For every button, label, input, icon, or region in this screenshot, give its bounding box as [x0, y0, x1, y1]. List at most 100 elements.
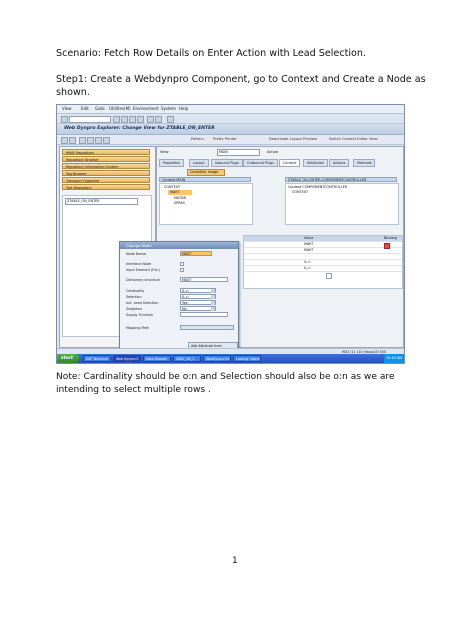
grid-header-value: Value — [304, 236, 314, 240]
taskbar-item[interactable]: Web Dynpro E — [113, 355, 141, 362]
edit-icon[interactable] — [79, 137, 86, 144]
taskbar-item[interactable]: WebDynpro Ex — [203, 355, 231, 362]
singleton-value: No — [182, 307, 187, 311]
dictionary-structure-label: Dictionary structure — [126, 278, 160, 282]
repository-info-system-button[interactable]: Repository Information System — [62, 163, 150, 169]
context-node-root[interactable]: CONTEXT — [164, 185, 180, 189]
find-icon[interactable] — [155, 116, 162, 123]
mapping-path-field — [180, 325, 234, 330]
singleton-select[interactable]: No — [180, 306, 216, 311]
test-repository-button[interactable]: Test Repository — [62, 184, 150, 190]
chevron-down-icon[interactable] — [211, 301, 215, 305]
test-icon[interactable] — [103, 137, 110, 144]
context-attr-spras[interactable]: SPRAS — [174, 201, 185, 205]
forward-arrow-icon[interactable] — [69, 137, 76, 144]
taskbar-item[interactable]: SAP Technical — [83, 355, 111, 362]
menu-view[interactable]: View — [62, 106, 72, 111]
component-context-subheader: Context COMPONENTCONTROLLER — [288, 185, 348, 189]
component-context-root[interactable]: CONTEXT — [292, 190, 308, 194]
object-name-field[interactable]: ZTABLE_ON_ENTER — [65, 198, 138, 205]
tab-attributes[interactable]: Attributes — [303, 159, 328, 167]
taskbar-item[interactable]: Data Browser — [143, 355, 171, 362]
note-text: Note: Cardinality should be o:n and Sele… — [56, 372, 395, 395]
window-title-bar: Web Dynpro Explorer: Change View for ZTA… — [57, 124, 404, 135]
grid-value: 0..n — [304, 260, 311, 264]
context-node-makt[interactable]: MAKT — [168, 190, 192, 195]
tab-outbound-plugs[interactable]: Outbound Plugs — [243, 159, 278, 167]
taskbar-clock: 10:49 AM — [384, 354, 404, 363]
menu-environment[interactable]: Environment — [133, 106, 159, 111]
grid-value: MAKT — [304, 242, 314, 246]
chevron-down-icon[interactable] — [211, 307, 215, 311]
supply-function-field[interactable] — [180, 312, 228, 317]
save-icon[interactable] — [113, 116, 120, 123]
mime-repository-button[interactable]: MIME Repository — [62, 149, 150, 155]
sap-screenshot: View Edit Goto Utilities(M) Environment … — [56, 104, 405, 364]
switch-context-editor-button[interactable]: Switch Context Editor View — [329, 137, 378, 141]
menu-utilities[interactable]: Utilities(M) — [109, 106, 131, 111]
page-number: 1 — [232, 556, 238, 566]
chevron-down-icon[interactable] — [211, 289, 215, 293]
command-field[interactable] — [69, 116, 111, 123]
tab-methods[interactable]: Methods — [353, 159, 376, 167]
tab-properties[interactable]: Properties — [159, 159, 185, 167]
deactivate-layout-preview-button[interactable]: Deactivate Layout Preview — [269, 137, 317, 141]
taskbar-item[interactable]: Locking Objects — [233, 355, 261, 362]
menu-system[interactable]: System — [161, 106, 176, 111]
menu-edit[interactable]: Edit — [81, 106, 89, 111]
grid-value: MAKT — [304, 248, 314, 252]
dialog-title: Change Node — [120, 242, 238, 249]
view-name-field[interactable]: MAIN — [217, 149, 260, 156]
dictionary-structure-field[interactable]: MAKT — [180, 277, 228, 282]
taskbar-item[interactable]: ZABC_SN_2 — [173, 355, 201, 362]
lead-selection-value: Yes — [182, 301, 188, 305]
enter-icon[interactable] — [61, 116, 68, 123]
grid-checkbox[interactable] — [326, 273, 332, 279]
menu-help[interactable]: Help — [179, 106, 188, 111]
tab-layout[interactable]: Layout — [189, 159, 209, 167]
context-attr-matnr[interactable]: MATNR — [174, 196, 186, 200]
tab-actions[interactable]: Actions — [329, 159, 350, 167]
supply-function-label: Supply Function — [126, 313, 154, 317]
interface-node-checkbox[interactable] — [180, 262, 184, 266]
node-name-field[interactable]: MAKT — [180, 251, 212, 256]
exit-icon[interactable] — [129, 116, 136, 123]
menu-goto[interactable]: Goto — [95, 106, 105, 111]
transport-organizer-button[interactable]: Transport Organizer — [62, 177, 150, 183]
tag-browser-button[interactable]: Tag Browser — [62, 170, 150, 176]
check-icon[interactable] — [87, 137, 94, 144]
node-name-label: Node Name — [126, 252, 146, 256]
selection-select[interactable]: 0..n — [180, 294, 216, 299]
cardinality-select[interactable]: 0..n — [180, 288, 216, 293]
pretty-printer-button[interactable]: Pretty Printer — [213, 137, 237, 141]
cancel-icon[interactable] — [137, 116, 144, 123]
view-label: View — [160, 150, 169, 154]
mapping-path-label: Mapping Path — [126, 326, 150, 330]
cardinality-value: 0..n — [182, 289, 189, 293]
system-toolbar — [57, 114, 404, 124]
view-context-tree[interactable]: CONTEXT MAKT MATNR SPRAS — [159, 183, 253, 225]
controller-usage-button[interactable]: Controller Usage — [187, 169, 225, 176]
print-icon[interactable] — [147, 116, 154, 123]
tab-inbound-plugs[interactable]: Inbound Plugs — [211, 159, 243, 167]
property-grid[interactable]: Value Binding MAKT MAKT 0..n 0..n — [243, 235, 403, 289]
view-context-header: Context MAIN — [159, 177, 251, 182]
document-title: Scenario: Fetch Row Details on Enter Act… — [56, 48, 367, 59]
help-icon[interactable] — [167, 116, 174, 123]
component-context-tree[interactable]: Context COMPONENTCONTROLLER CONTEXT — [285, 183, 399, 225]
selection-label: Selection — [126, 295, 142, 299]
start-button[interactable]: start — [57, 354, 79, 363]
activate-icon[interactable] — [95, 137, 102, 144]
back-icon[interactable] — [121, 116, 128, 123]
interface-node-label: Interface Node — [126, 262, 152, 266]
lead-selection-select[interactable]: Yes — [180, 300, 216, 305]
back-arrow-icon[interactable] — [61, 137, 68, 144]
tab-context[interactable]: Context — [279, 159, 301, 167]
chevron-down-icon[interactable] — [211, 295, 215, 299]
windows-taskbar: start SAP Technical Web Dynpro E Data Br… — [57, 354, 404, 363]
repository-browser-button[interactable]: Repository Browser — [62, 156, 150, 162]
input-element-checkbox[interactable] — [180, 268, 184, 272]
menu-bar: View Edit Goto Utilities(M) Environment … — [57, 105, 404, 114]
application-toolbar: Pattern Pretty Printer Deactivate Layout… — [57, 135, 404, 145]
pattern-button[interactable]: Pattern — [191, 137, 204, 141]
